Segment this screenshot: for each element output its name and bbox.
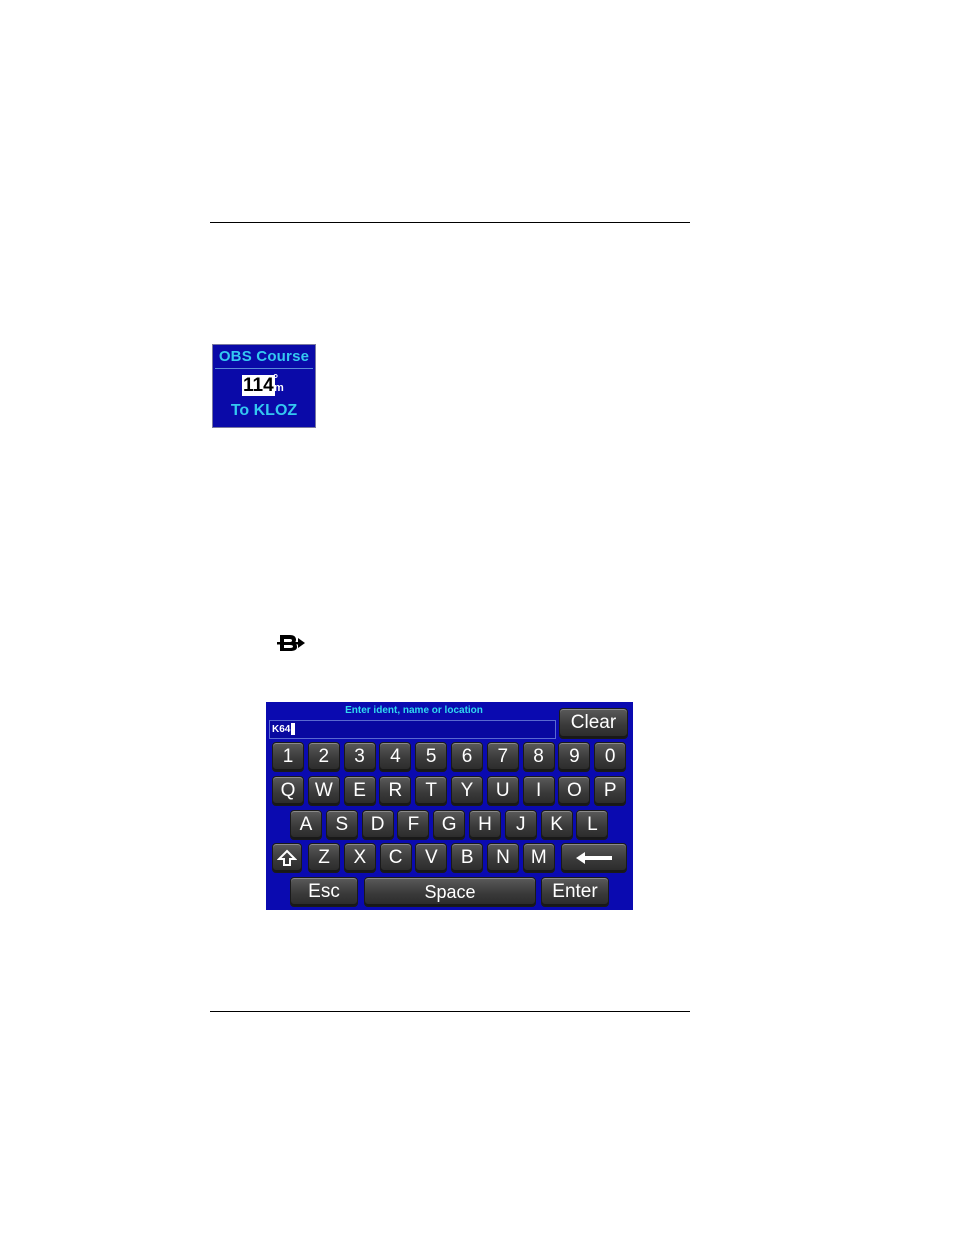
key[interactable]: X (343, 843, 376, 873)
key[interactable]: S (325, 810, 358, 840)
key[interactable]: Q (272, 776, 304, 806)
obs-to-waypoint: To KLOZ (230, 402, 298, 419)
key[interactable]: H (469, 810, 501, 840)
top-divider (210, 222, 690, 223)
key[interactable]: W (307, 776, 340, 806)
key[interactable]: Y (451, 776, 483, 806)
backspace-arrow-icon (576, 851, 612, 864)
key[interactable]: 7 (486, 742, 519, 772)
key[interactable]: E (343, 776, 376, 806)
key[interactable]: A (290, 810, 322, 840)
text-cursor (291, 723, 296, 736)
key[interactable]: 1 (272, 742, 304, 772)
key[interactable]: M (522, 843, 555, 873)
key[interactable]: F (397, 810, 430, 840)
ident-input[interactable]: K64 (269, 720, 556, 739)
backspace-key[interactable] (561, 843, 627, 873)
key[interactable]: I (522, 776, 555, 806)
space-key[interactable]: Space (364, 877, 536, 907)
magnetic-unit: m (274, 382, 284, 394)
key[interactable]: C (379, 843, 412, 873)
esc-key[interactable]: Esc (290, 877, 358, 907)
obs-course-value[interactable]: 114 (242, 375, 275, 396)
key[interactable]: G (433, 810, 466, 840)
obs-title: OBS Course (218, 348, 310, 365)
keyboard-prompt: Enter ident, name or location (345, 705, 483, 716)
key[interactable]: 8 (522, 742, 555, 772)
key[interactable]: O (558, 776, 591, 806)
key[interactable]: 6 (451, 742, 483, 772)
key[interactable]: V (415, 843, 448, 873)
key[interactable]: U (486, 776, 519, 806)
shift-key[interactable] (272, 843, 302, 873)
obs-course-widget: OBS Course 114 ° m To KLOZ (212, 344, 316, 428)
bottom-divider (210, 1011, 690, 1012)
key[interactable]: R (379, 776, 412, 806)
clear-button[interactable]: Clear (559, 708, 628, 739)
key[interactable]: 4 (379, 742, 412, 772)
key[interactable]: B (451, 843, 484, 873)
key[interactable]: Z (308, 843, 340, 873)
key[interactable]: 9 (558, 742, 591, 772)
enter-key[interactable]: Enter (541, 877, 609, 907)
key[interactable]: P (594, 776, 627, 806)
key[interactable]: L (576, 810, 609, 840)
key[interactable]: N (487, 843, 519, 873)
shift-arrow-icon (276, 849, 298, 866)
key[interactable]: 0 (594, 742, 627, 772)
key[interactable]: T (415, 776, 448, 806)
obs-separator (215, 368, 313, 369)
key[interactable]: K (540, 810, 573, 840)
ident-input-value: K64 (272, 724, 291, 735)
onscreen-keyboard: Enter ident, name or location K64 Clear … (266, 702, 633, 910)
key[interactable]: 5 (415, 742, 448, 772)
direct-to-icon (277, 635, 305, 651)
key[interactable]: J (504, 810, 537, 840)
key[interactable]: 2 (307, 742, 340, 772)
key[interactable]: 3 (343, 742, 376, 772)
key[interactable]: D (361, 810, 394, 840)
